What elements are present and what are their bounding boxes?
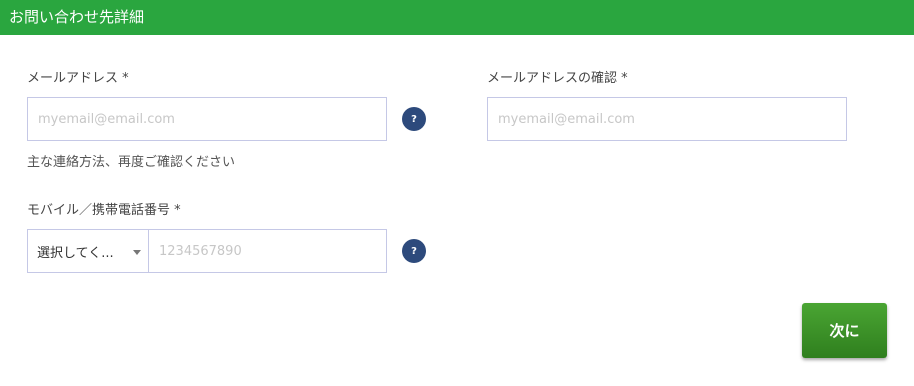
email-input[interactable] [27,97,387,141]
mobile-help-icon[interactable]: ? [402,239,426,263]
mobile-number-input[interactable] [148,229,387,273]
country-code-select[interactable]: 選択してく... [27,229,149,273]
section-title: お問い合わせ先詳細 [9,8,145,26]
mobile-label: モバイル／携帯電話番号 * [27,203,181,218]
email-confirm-input[interactable] [487,97,847,141]
email-help-icon[interactable]: ? [402,107,426,131]
email-confirm-label: メールアドレスの確認 * [487,71,628,86]
next-button[interactable]: 次に [802,303,887,358]
country-code-value: 選択してく... [37,245,114,261]
email-hint: 主な連絡方法、再度ご確認ください [27,155,236,170]
section-header: お問い合わせ先詳細 [0,0,914,35]
email-label: メールアドレス * [27,71,129,86]
chevron-down-icon [133,250,141,255]
contact-details-form: お問い合わせ先詳細 メールアドレス * ? 主な連絡方法、再度ご確認ください メ… [0,0,914,386]
